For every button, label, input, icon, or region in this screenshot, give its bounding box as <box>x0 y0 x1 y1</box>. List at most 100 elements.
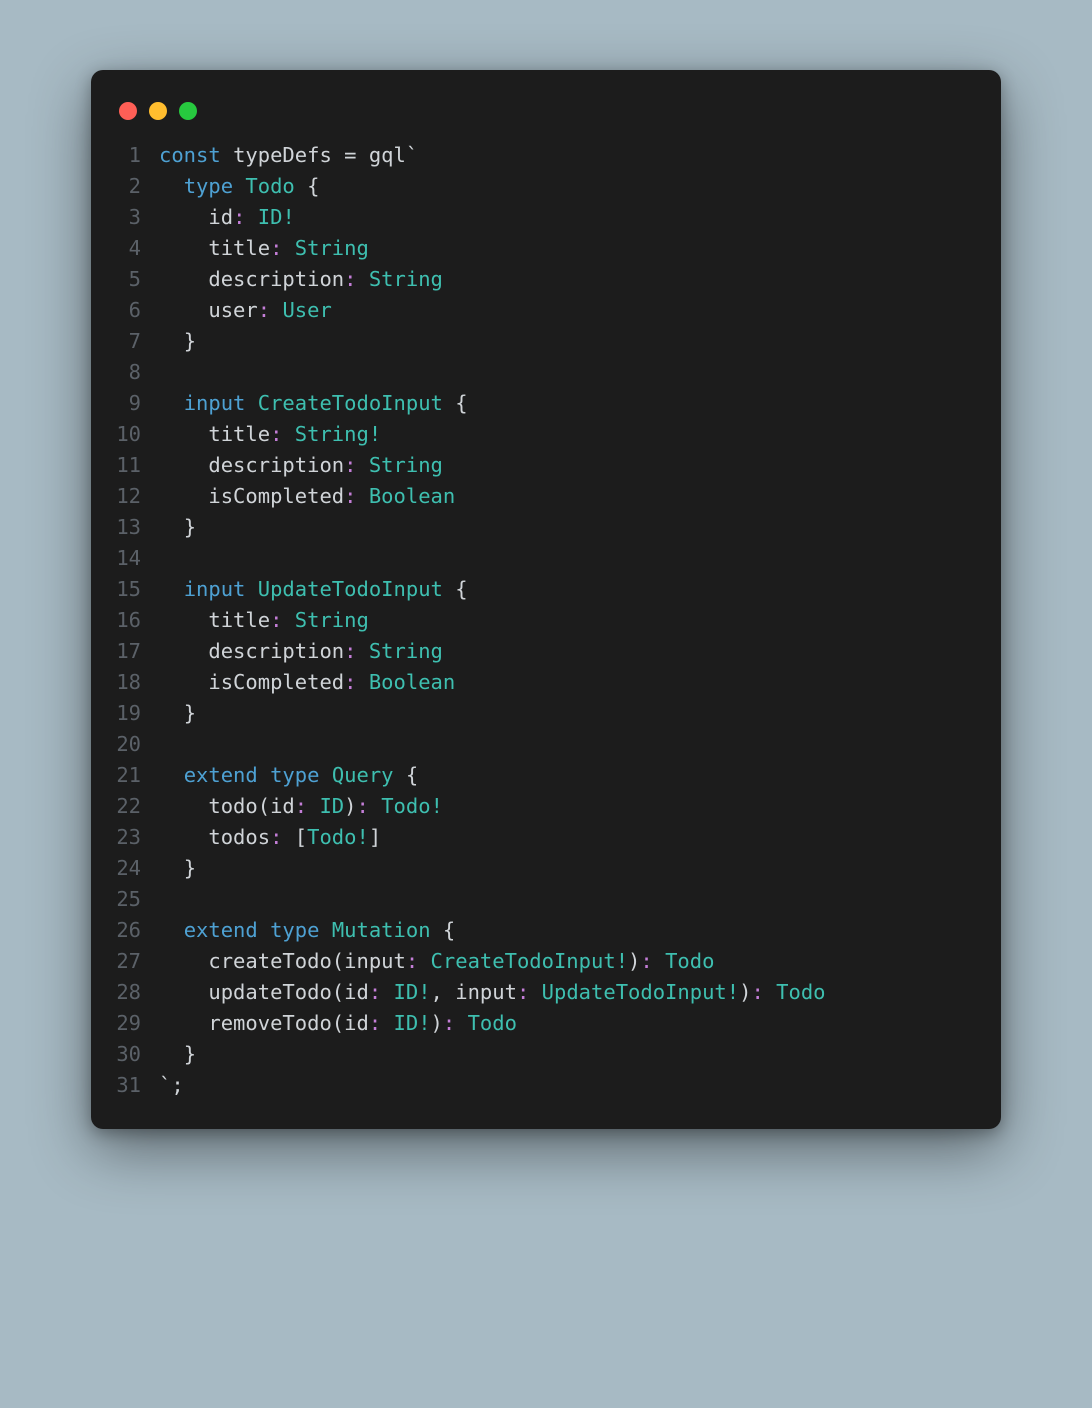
line-number: 21 <box>115 760 159 791</box>
code-line: 26 extend type Mutation { <box>115 915 977 946</box>
token-type: Mutation <box>332 918 443 942</box>
token-keyword: extend <box>184 763 270 787</box>
line-number: 22 <box>115 791 159 822</box>
token-ident: createTodo <box>208 949 331 973</box>
token-plain <box>159 794 208 818</box>
line-content: user: User <box>159 295 977 326</box>
token-plain <box>159 701 184 725</box>
token-ident: gql <box>369 143 406 167</box>
code-line: 9 input CreateTodoInput { <box>115 388 977 419</box>
line-number: 3 <box>115 202 159 233</box>
token-type: String <box>295 236 369 260</box>
token-colon: : <box>344 267 369 291</box>
token-plain <box>159 267 208 291</box>
token-brace: } <box>184 701 196 725</box>
line-number: 8 <box>115 357 159 388</box>
token-brace: { <box>455 391 467 415</box>
token-type: ID <box>258 205 283 229</box>
line-number: 27 <box>115 946 159 977</box>
token-type: UpdateTodoInput <box>258 577 455 601</box>
line-number: 29 <box>115 1008 159 1039</box>
token-plain <box>159 1011 208 1035</box>
token-type: Query <box>332 763 406 787</box>
code-line: 7 } <box>115 326 977 357</box>
token-punct: , <box>431 980 456 1004</box>
token-plain <box>159 639 208 663</box>
code-line: 13 } <box>115 512 977 543</box>
token-ident: user <box>208 298 257 322</box>
token-plain <box>159 298 208 322</box>
line-content: isCompleted: Boolean <box>159 667 977 698</box>
token-keyword: const <box>159 143 233 167</box>
token-colon: : <box>270 236 295 260</box>
token-paren: ] <box>369 825 381 849</box>
token-paren: ( <box>258 794 270 818</box>
line-content: const typeDefs = gql` <box>159 140 977 171</box>
code-line: 10 title: String! <box>115 419 977 450</box>
code-line: 11 description: String <box>115 450 977 481</box>
token-punct: ` <box>159 1073 171 1097</box>
line-content: removeTodo(id: ID!): Todo <box>159 1008 977 1039</box>
token-bang: ! <box>369 422 381 446</box>
code-line: 19 } <box>115 698 977 729</box>
token-plain <box>159 763 184 787</box>
minimize-icon[interactable] <box>149 102 167 120</box>
code-window: 1const typeDefs = gql`2 type Todo {3 id:… <box>91 70 1001 1129</box>
line-number: 30 <box>115 1039 159 1070</box>
line-number: 28 <box>115 977 159 1008</box>
line-content <box>159 884 977 915</box>
line-number: 19 <box>115 698 159 729</box>
maximize-icon[interactable] <box>179 102 197 120</box>
line-number: 16 <box>115 605 159 636</box>
token-ident: input <box>344 949 406 973</box>
token-brace: { <box>455 577 467 601</box>
token-type: Todo <box>468 1011 517 1035</box>
token-brace: } <box>184 329 196 353</box>
line-number: 13 <box>115 512 159 543</box>
token-type: String <box>369 267 443 291</box>
token-ident: description <box>208 639 344 663</box>
token-bang: ! <box>282 205 294 229</box>
token-plain <box>159 949 208 973</box>
token-brace: } <box>184 515 196 539</box>
token-brace: { <box>443 918 455 942</box>
token-ident: removeTodo <box>208 1011 331 1035</box>
token-type: ID <box>394 980 419 1004</box>
token-brace: { <box>307 174 319 198</box>
token-type: Todo <box>307 825 356 849</box>
line-content: `; <box>159 1070 977 1101</box>
token-type: Todo <box>381 794 430 818</box>
token-ident: id <box>208 205 233 229</box>
code-line: 23 todos: [Todo!] <box>115 822 977 853</box>
line-content: todos: [Todo!] <box>159 822 977 853</box>
code-line: 14 <box>115 543 977 574</box>
token-type: CreateTodoInput <box>431 949 616 973</box>
code-editor[interactable]: 1const typeDefs = gql`2 type Todo {3 id:… <box>115 140 977 1101</box>
code-line: 15 input UpdateTodoInput { <box>115 574 977 605</box>
line-number: 23 <box>115 822 159 853</box>
token-punct: ` <box>406 143 418 167</box>
token-plain <box>159 1042 184 1066</box>
token-bang: ! <box>727 980 739 1004</box>
line-number: 31 <box>115 1070 159 1101</box>
token-colon: : <box>640 949 665 973</box>
token-type: String <box>369 639 443 663</box>
code-line: 20 <box>115 729 977 760</box>
token-plain <box>159 825 208 849</box>
traffic-lights <box>115 94 977 140</box>
token-colon: : <box>270 608 295 632</box>
token-ident: todos <box>208 825 270 849</box>
token-plain <box>159 422 208 446</box>
token-plain <box>159 236 208 260</box>
close-icon[interactable] <box>119 102 137 120</box>
token-colon: : <box>369 980 394 1004</box>
line-content: extend type Mutation { <box>159 915 977 946</box>
token-brace: } <box>184 856 196 880</box>
token-bang: ! <box>418 1011 430 1035</box>
line-content: updateTodo(id: ID!, input: UpdateTodoInp… <box>159 977 977 1008</box>
line-content <box>159 729 977 760</box>
line-number: 11 <box>115 450 159 481</box>
line-number: 25 <box>115 884 159 915</box>
token-brace: } <box>184 1042 196 1066</box>
code-line: 8 <box>115 357 977 388</box>
